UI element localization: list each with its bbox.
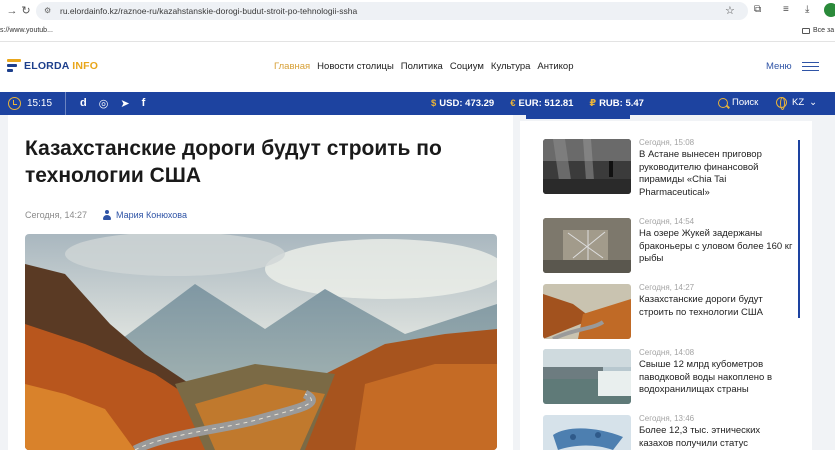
news-item[interactable]: Сегодня, 14:08 Свыше 12 млрд кубометров … xyxy=(543,348,793,404)
site-info-icon[interactable]: ⚙ xyxy=(44,7,54,15)
bookmark-all-label: Все за xyxy=(813,27,835,34)
nav-item-main[interactable]: Главная xyxy=(274,61,310,72)
time-display: 15:15 xyxy=(8,97,52,110)
news-thumbnail xyxy=(543,284,631,339)
bookmark-star-icon[interactable]: ☆ xyxy=(725,4,735,17)
search-icon xyxy=(718,97,728,108)
facebook-icon[interactable]: f xyxy=(142,97,146,110)
hamburger-icon xyxy=(801,61,819,72)
ruble-icon: ₽ xyxy=(589,98,597,109)
news-headline[interactable]: Более 12,3 тыс. этнических казахов получ… xyxy=(639,425,793,450)
chevron-down-icon: ⌄ xyxy=(809,97,818,108)
logo-mark-icon xyxy=(7,59,21,72)
nav-item-society[interactable]: Социум xyxy=(450,61,484,72)
news-item[interactable]: Сегодня, 14:27 Казахстанские дороги буду… xyxy=(543,283,793,339)
browser-toolbar: → ↻ ⚙ ru.elordainfo.kz/raznoe-ru/kazahst… xyxy=(0,0,835,22)
telegram-icon[interactable]: ➤ xyxy=(120,97,129,110)
mountain-road-illustration xyxy=(25,234,497,450)
bookmark-all[interactable]: Все за xyxy=(802,27,834,34)
news-item[interactable]: Сегодня, 15:08 В Астане вынесен приговор… xyxy=(543,138,793,199)
reading-list-icon[interactable]: ≡ xyxy=(783,4,789,15)
news-time: Сегодня, 14:08 xyxy=(639,348,695,357)
rate-rub: ₽ RUB: 5.47 xyxy=(589,98,644,109)
author-name: Мария Конюхова xyxy=(116,210,187,220)
download-icon[interactable]: ⤓ xyxy=(805,4,809,15)
bookmarks-bar: s://www.youtub... Все за xyxy=(0,22,835,42)
nav-item-anticor[interactable]: Антикор xyxy=(537,61,573,72)
news-headline[interactable]: Свыше 12 млрд кубометров паводковой воды… xyxy=(639,359,793,397)
folder-icon xyxy=(802,27,810,34)
instagram-icon[interactable]: ◎ xyxy=(99,97,109,110)
news-time: Сегодня, 14:54 xyxy=(639,217,695,226)
rate-eur: € EUR: 512.81 xyxy=(510,98,574,109)
nav-item-politics[interactable]: Политика xyxy=(401,61,443,72)
news-headline[interactable]: В Астане вынесен приговор руководителю ф… xyxy=(639,149,793,199)
news-item[interactable]: Сегодня, 13:46 Более 12,3 тыс. этнически… xyxy=(543,414,793,450)
sidebar-tab-indicator xyxy=(526,115,630,119)
euro-icon: € xyxy=(510,98,516,109)
news-thumbnail xyxy=(543,349,631,404)
person-icon xyxy=(103,210,112,220)
rate-usd: $ USD: 473.29 xyxy=(431,98,495,109)
news-time: Сегодня, 14:27 xyxy=(639,283,695,292)
address-bar[interactable]: ⚙ ru.elordainfo.kz/raznoe-ru/kazahstansk… xyxy=(36,2,748,20)
news-item[interactable]: Сегодня, 14:54 На озере Жукей задержаны … xyxy=(543,217,793,273)
clock-icon xyxy=(8,97,21,110)
profile-avatar[interactable] xyxy=(824,3,835,17)
site-logo[interactable]: ELORDA INFO xyxy=(7,59,98,72)
tiktok-icon[interactable]: d xyxy=(80,97,87,110)
sidebar-scrollbar[interactable] xyxy=(798,140,800,318)
menu-label: Меню xyxy=(766,61,792,72)
site-header: ELORDA INFO Главная Новости столицы Поли… xyxy=(0,42,835,92)
nav-item-capital-news[interactable]: Новости столицы xyxy=(317,61,394,72)
language-value: KZ xyxy=(792,97,805,108)
article-date: Сегодня, 14:27 xyxy=(25,210,88,220)
divider xyxy=(65,92,66,115)
news-headline[interactable]: Казахстанские дороги будут строить по те… xyxy=(639,294,793,319)
url-text: ru.elordainfo.kz/raznoe-ru/kazahstanskie… xyxy=(60,6,358,16)
news-thumbnail xyxy=(543,218,631,273)
reload-icon[interactable]: ↻ xyxy=(18,3,34,19)
globe-icon xyxy=(776,97,787,110)
article-author[interactable]: Мария Конюхова xyxy=(103,210,187,220)
article-meta: Сегодня, 14:27 Мария Конюхова xyxy=(25,210,187,220)
news-time: Сегодня, 15:08 xyxy=(639,138,695,147)
news-thumbnail xyxy=(543,139,631,194)
dollar-icon: $ xyxy=(431,98,437,109)
logo-text: ELORDA INFO xyxy=(24,59,99,72)
social-links: d ◎ ➤ f xyxy=(80,97,145,110)
language-select[interactable]: KZ ⌄ xyxy=(776,97,818,110)
menu-button[interactable]: Меню xyxy=(766,61,819,72)
article-hero-image xyxy=(25,234,497,450)
news-time: Сегодня, 13:46 xyxy=(639,414,695,423)
search-label: Поиск xyxy=(732,97,759,108)
search-button[interactable]: Поиск xyxy=(718,97,758,108)
article-title: Казахстанские дороги будут строить по те… xyxy=(25,137,442,187)
news-thumbnail xyxy=(543,415,631,450)
main-nav: Главная Новости столицы Политика Социум … xyxy=(274,61,574,72)
info-bar: 15:15 d ◎ ➤ f $ USD: 473.29 € EUR: 512.81 … xyxy=(0,92,835,115)
nav-item-culture[interactable]: Культура xyxy=(491,61,531,72)
extensions-icon[interactable]: ⧉ xyxy=(754,4,761,15)
news-headline[interactable]: На озере Жукей задержаны браконьеры с ул… xyxy=(639,228,793,266)
time-text: 15:15 xyxy=(27,98,53,109)
bookmark-youtube[interactable]: s://www.youtub... xyxy=(0,27,53,34)
currency-rates: $ USD: 473.29 € EUR: 512.81 ₽ RUB: 5.47 xyxy=(431,98,644,109)
article: Казахстанские дороги будут строить по те… xyxy=(8,115,513,450)
